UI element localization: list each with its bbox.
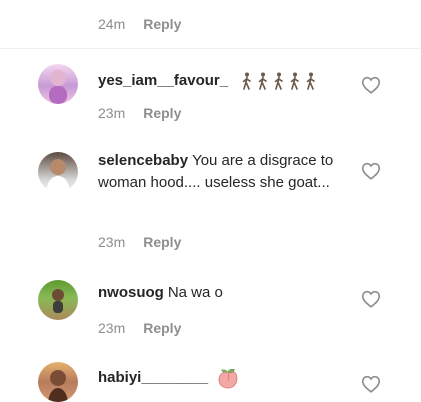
comment-time: 23m xyxy=(98,105,126,121)
avatar-image xyxy=(52,289,64,313)
comment-text: nwosuog Na wa o xyxy=(98,282,356,304)
runner-emoji-icon xyxy=(274,72,284,90)
comment-text: habiyi________ xyxy=(98,366,356,390)
avatar[interactable] xyxy=(38,280,78,320)
comment-text: selencebaby You are a disgrace to woman h… xyxy=(98,150,356,194)
comment-time: 23m xyxy=(98,234,126,250)
heart-icon[interactable] xyxy=(360,288,382,310)
avatar-image xyxy=(46,159,70,192)
top-comment-meta: 24m Reply xyxy=(98,16,181,32)
avatar[interactable] xyxy=(38,362,78,402)
comment-meta: 23m Reply xyxy=(98,320,181,336)
comment-body: Na wa o xyxy=(167,284,223,301)
reply-button[interactable]: Reply xyxy=(143,105,181,121)
avatar-image xyxy=(49,70,67,104)
heart-icon[interactable] xyxy=(360,160,382,182)
emoji-row xyxy=(242,72,316,90)
comment-username[interactable]: selencebaby xyxy=(98,152,188,169)
heart-icon[interactable] xyxy=(360,373,382,395)
avatar-image xyxy=(48,370,68,402)
comment-username[interactable]: nwosuog xyxy=(98,284,164,301)
comment-divider xyxy=(0,48,421,49)
comment-time: 23m xyxy=(98,320,126,336)
comment-meta: 23m Reply xyxy=(98,234,181,250)
runner-emoji-icon xyxy=(242,72,252,90)
top-comment-time: 24m xyxy=(98,16,126,32)
peach-emoji-icon xyxy=(218,368,238,389)
reply-button[interactable]: Reply xyxy=(143,320,181,336)
comment-username[interactable]: yes_iam__favour_ xyxy=(98,72,228,89)
comment-text: yes_iam__favour_ xyxy=(98,70,356,92)
top-comment-reply-button[interactable]: Reply xyxy=(143,16,181,32)
avatar[interactable] xyxy=(38,152,78,192)
runner-emoji-icon xyxy=(306,72,316,90)
runner-emoji-icon xyxy=(258,72,268,90)
heart-icon[interactable] xyxy=(360,74,382,96)
comment-username[interactable]: habiyi________ xyxy=(98,369,208,386)
avatar[interactable] xyxy=(38,64,78,104)
runner-emoji-icon xyxy=(290,72,300,90)
comment-meta: 23m Reply xyxy=(98,105,181,121)
reply-button[interactable]: Reply xyxy=(143,234,181,250)
